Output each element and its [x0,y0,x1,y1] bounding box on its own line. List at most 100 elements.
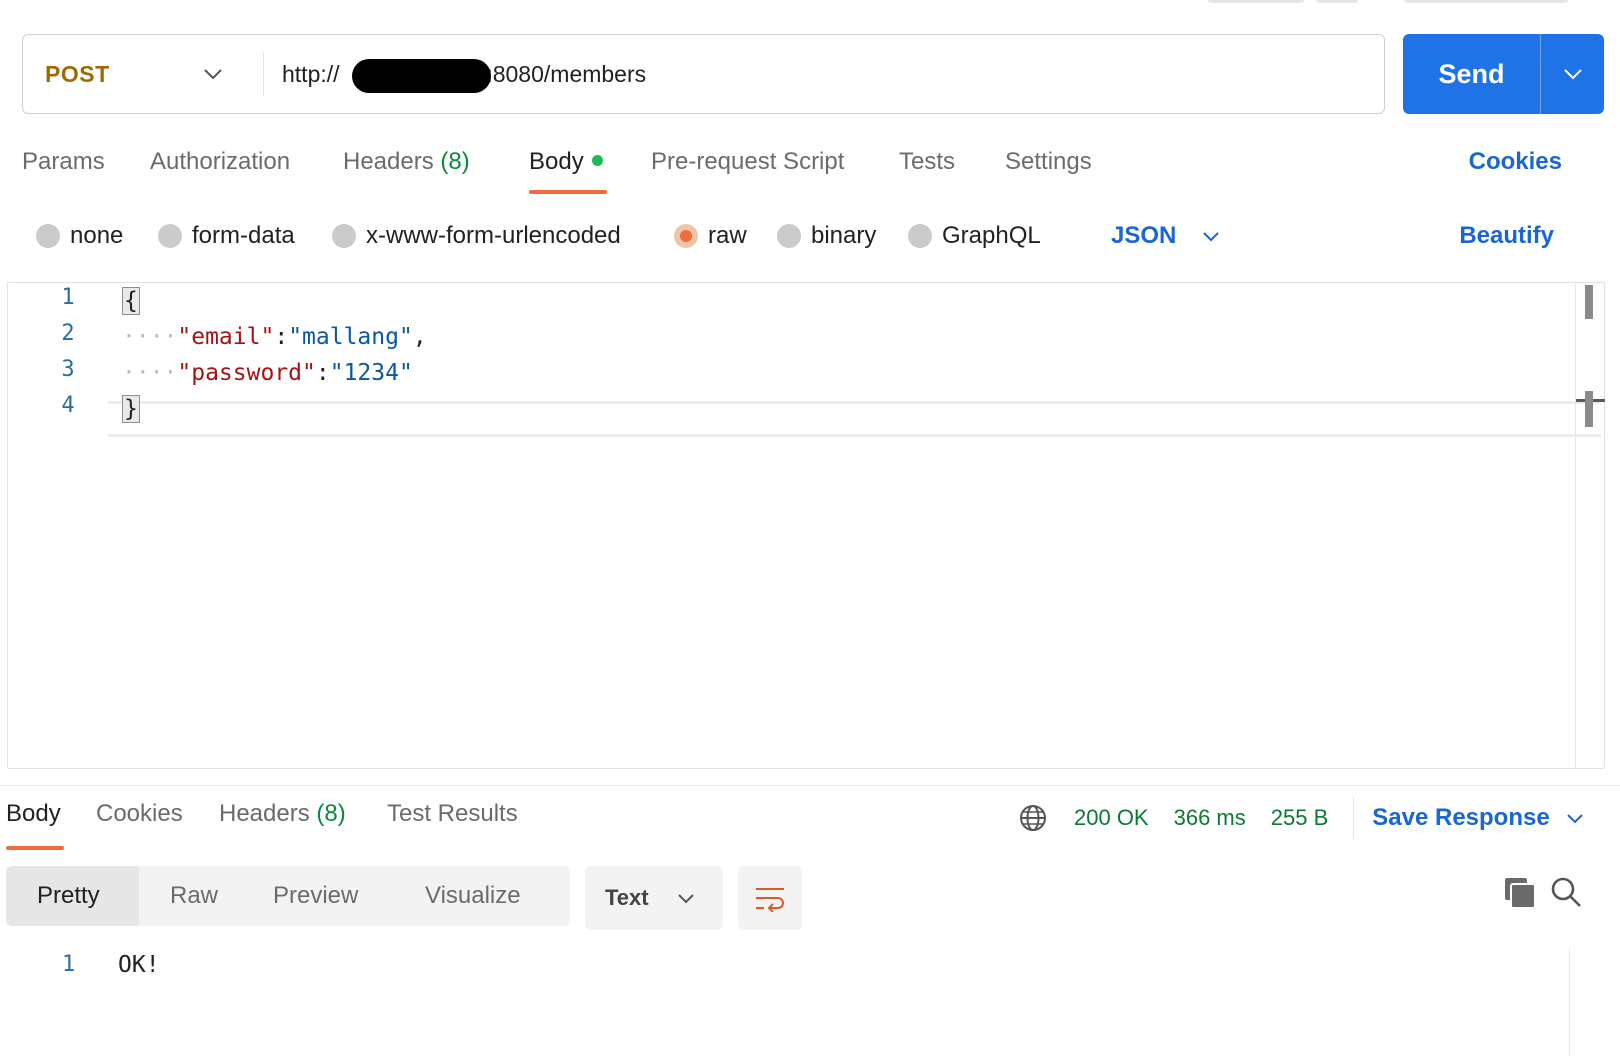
radio-graphql[interactable]: GraphQL [908,216,1041,256]
tab-prerequest-script[interactable]: Pre-request Script [651,148,844,196]
search-icon[interactable] [1550,876,1582,908]
tab-authorization[interactable]: Authorization [150,148,290,196]
view-mode-visualize[interactable]: Visualize [393,866,543,926]
radio-raw[interactable]: raw [674,216,747,256]
json-comma: , [412,324,427,350]
radio-circle [908,224,932,248]
radio-circle [158,224,182,248]
radio-label: form-data [192,222,295,249]
response-scrollbar[interactable] [1569,948,1570,1056]
tab-headers-label: Headers [343,148,434,175]
radio-label: GraphQL [942,222,1041,249]
response-tab-headers-count: (8) [316,800,346,827]
radio-none[interactable]: none [36,216,123,256]
request-tabs: Params Authorization Headers (8) Body Pr… [22,148,1590,198]
radio-circle-selected [674,224,698,248]
json-key: "email" [177,324,275,350]
copy-icon[interactable] [1503,876,1537,910]
response-tab-cookies[interactable]: Cookies [96,800,183,828]
url-input[interactable]: http:// 4:8080/members [264,35,1384,113]
radio-label: raw [708,222,747,249]
current-line-highlight [108,401,1601,437]
line-gutter: 1 2 3 4 [8,283,98,768]
response-tab-test-results[interactable]: Test Results [387,800,518,828]
radio-form-data[interactable]: form-data [158,216,295,256]
status-code[interactable]: 200 OK [1074,805,1149,831]
view-mode-preview[interactable]: Preview [241,866,393,926]
indent-guide: ···· [122,324,178,350]
tab-headers-count: (8) [440,148,470,175]
indent-guide: ···· [122,360,178,386]
method-label: POST [45,60,110,87]
body-type-selector: none form-data x-www-form-urlencoded raw… [36,216,1592,260]
save-response-button[interactable]: Save Response [1372,804,1583,832]
line-number: 2 [61,321,75,346]
url-prefix: http:// [282,60,340,87]
tab-body[interactable]: Body [529,148,607,196]
response-tab-headers[interactable]: Headers (8) [219,800,346,828]
chevron-down-icon [1203,231,1220,241]
pane-divider[interactable] [0,785,1620,786]
tab-settings[interactable]: Settings [1005,148,1092,196]
json-colon: : [274,324,289,350]
send-button-group: Send [1403,34,1604,114]
tab-tests[interactable]: Tests [899,148,955,196]
language-select[interactable]: JSON [1111,216,1220,256]
line-number: 4 [61,393,75,418]
response-tab-headers-label: Headers [219,800,310,827]
response-tab-body-label: Body [6,800,61,827]
cookies-link[interactable]: Cookies [1469,148,1562,176]
url-bar: POST http:// 4:8080/members [22,34,1385,114]
code-line: } [122,391,140,427]
response-view-modes: Pretty Raw Preview Visualize [6,866,570,926]
scrollbar-thumb[interactable] [1585,285,1593,319]
modified-dot [591,155,603,167]
view-mode-pretty[interactable]: Pretty [6,866,139,926]
wrap-lines-icon [756,888,784,912]
view-mode-raw[interactable]: Raw [139,866,241,926]
redaction-mark [352,58,491,93]
radio-label: x-www-form-urlencoded [366,222,621,249]
line-number: 1 [62,952,76,977]
response-tabs: Body Cookies Headers (8) Test Results [6,800,966,852]
radio-urlencoded[interactable]: x-www-form-urlencoded [332,216,621,256]
chevron-down-icon [1566,813,1583,823]
tab-headers[interactable]: Headers (8) [343,148,470,196]
response-tab-body[interactable]: Body [6,800,64,850]
wrap-lines-button[interactable] [738,866,802,930]
radio-circle [332,224,356,248]
radio-label: none [70,222,124,249]
beautify-button[interactable]: Beautify [1459,216,1554,256]
matched-brace: { [122,287,140,315]
save-response-label: Save Response [1372,804,1550,831]
send-options-button[interactable] [1541,34,1604,114]
tab-params[interactable]: Params [22,148,105,196]
line-number: 1 [61,285,75,310]
response-body-text: OK! [118,952,160,978]
json-value: "mallang" [288,324,413,350]
response-time[interactable]: 366 ms [1174,805,1246,831]
code-line: ····"email":"mallang", [122,319,427,355]
language-label: JSON [1111,222,1177,249]
json-colon: : [315,360,330,386]
active-tab-indicator [6,846,64,850]
radio-circle [777,224,801,248]
radio-binary[interactable]: binary [777,216,876,256]
code-line: { [122,283,140,319]
response-status: 200 OK 366 ms 255 B Save Response [1018,797,1584,839]
chevron-down-icon [204,69,222,80]
active-tab-indicator [529,190,607,194]
send-button[interactable]: Send [1403,34,1540,114]
chevron-down-icon [677,893,694,903]
json-value: "1234" [329,360,413,386]
response-size[interactable]: 255 B [1271,805,1329,831]
response-format-select[interactable]: Text [585,866,723,930]
line-number: 3 [61,357,75,382]
matched-brace: } [122,395,140,423]
tab-body-label: Body [529,148,584,175]
request-body-editor[interactable]: 1 2 3 4 { ····"email":"mallang", ····"pa… [7,282,1605,769]
method-select[interactable]: POST [23,35,263,113]
editor-scrollbar[interactable] [1575,283,1605,768]
json-key: "password" [177,360,316,386]
globe-icon[interactable] [1018,803,1048,833]
